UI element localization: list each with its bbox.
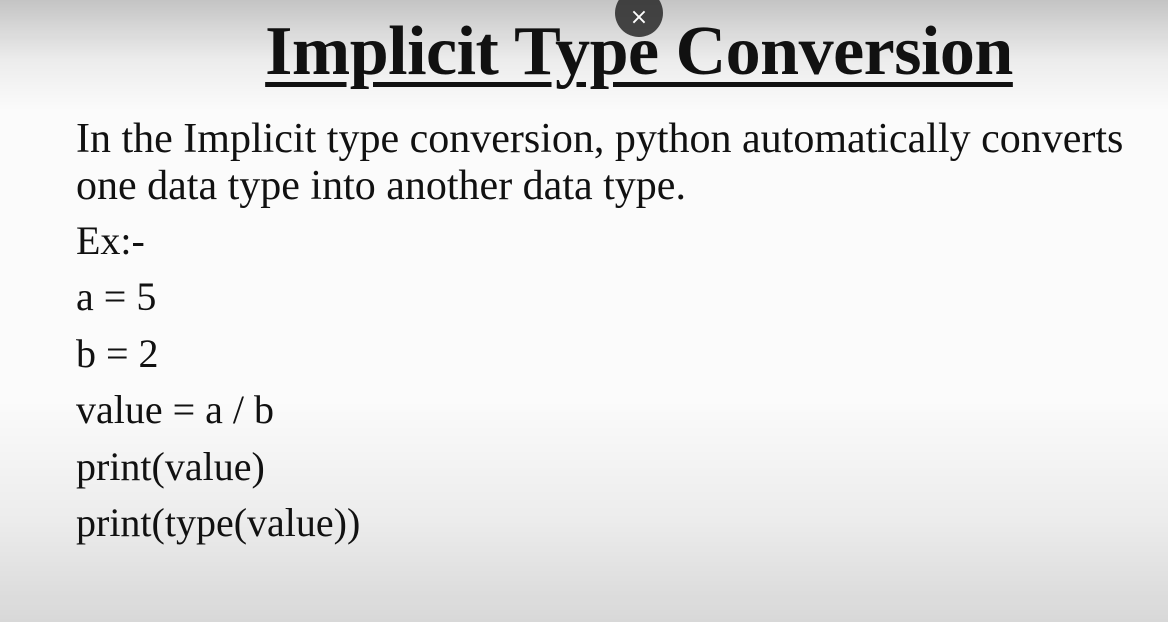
description-line-1: In the Implicit type conversion, python …	[76, 116, 1124, 162]
code-line: print(value)	[76, 444, 265, 489]
code-line: print(type(value))	[76, 500, 361, 545]
code-line: value = a / b	[76, 387, 275, 432]
slide: Implicit Type Conversion × In the Implic…	[0, 0, 1168, 622]
code-line: b = 2	[76, 331, 159, 376]
description-line-2: one data type into another data type.	[76, 163, 686, 209]
example-label: Ex:-	[76, 218, 145, 263]
close-icon[interactable]: ×	[630, 5, 648, 30]
code-line: a = 5	[76, 274, 157, 319]
description: In the Implicit type conversion, python …	[76, 116, 1156, 210]
slide-title: Implicit Type Conversion	[265, 13, 1013, 90]
